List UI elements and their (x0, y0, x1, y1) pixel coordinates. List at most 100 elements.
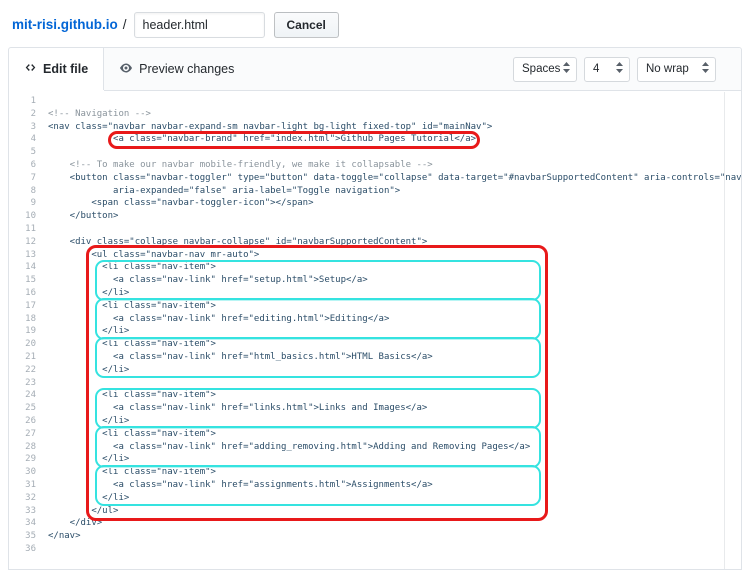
line-number: 26 (9, 415, 36, 428)
indent-mode-value: Spaces (522, 63, 560, 75)
code-line[interactable]: 16 </li> (9, 287, 741, 300)
code-line-text[interactable]: </li> (48, 325, 129, 338)
code-line-text[interactable]: <li class="nav-item"> (48, 428, 216, 441)
code-line-text[interactable]: <a class="nav-link" href="html_basics.ht… (48, 351, 433, 364)
tab-edit-file[interactable]: Edit file (9, 48, 104, 90)
line-number: 5 (9, 146, 36, 159)
code-line[interactable]: 23 (9, 377, 741, 390)
code-line[interactable]: 4 <a class="navbar-brand" href="index.ht… (9, 133, 741, 146)
code-line[interactable]: 19 </li> (9, 325, 741, 338)
code-line-text[interactable]: <a class="nav-link" href="adding_removin… (48, 441, 530, 454)
line-number: 3 (9, 121, 36, 134)
line-number: 34 (9, 517, 36, 530)
tab-edit-file-label: Edit file (43, 62, 88, 76)
code-line[interactable]: 20 <li class="nav-item"> (9, 338, 741, 351)
code-line[interactable]: 1 (9, 95, 741, 108)
line-number: 7 (9, 172, 36, 185)
wrap-mode-select[interactable]: No wrap (637, 57, 716, 82)
code-line[interactable]: 15 <a class="nav-link" href="setup.html"… (9, 274, 741, 287)
line-number: 30 (9, 466, 36, 479)
code-line-text[interactable]: <ul class="navbar-nav mr-auto"> (48, 249, 259, 262)
page: { "breadcrumb": { "repo": "mit-risi.gith… (0, 0, 750, 566)
code-line[interactable]: 35 </nav> (9, 530, 741, 543)
code-line[interactable]: 11 (9, 223, 741, 236)
code-line-text[interactable]: <nav class="navbar navbar-expand-sm navb… (48, 121, 492, 134)
cancel-button[interactable]: Cancel (274, 12, 339, 38)
code-line[interactable]: 31 <a class="nav-link" href="assignments… (9, 479, 741, 492)
code-line-text[interactable]: <a class="navbar-brand" href="index.html… (48, 133, 476, 146)
code-line-text[interactable]: aria-expanded="false" aria-label="Toggle… (48, 185, 400, 198)
code-line-text[interactable]: <span class="navbar-toggler-icon"></span… (48, 197, 314, 210)
code-line[interactable]: 17 <li class="nav-item"> (9, 300, 741, 313)
line-number: 27 (9, 428, 36, 441)
line-number: 11 (9, 223, 36, 236)
code-line[interactable]: 28 <a class="nav-link" href="adding_remo… (9, 441, 741, 454)
code-line[interactable]: 2<!-- Navigation --> (9, 108, 741, 121)
code-line[interactable]: 5 (9, 146, 741, 159)
code-line-text[interactable]: <a class="nav-link" href="setup.html">Se… (48, 274, 368, 287)
indent-mode-select[interactable]: Spaces (513, 57, 577, 82)
select-caret-icon (563, 62, 570, 76)
code-line[interactable]: 26 </li> (9, 415, 741, 428)
line-number: 22 (9, 364, 36, 377)
code-line-text[interactable]: </li> (48, 364, 129, 377)
code-line[interactable]: 24 <li class="nav-item"> (9, 389, 741, 402)
code-line[interactable]: 32 </li> (9, 492, 741, 505)
code-line[interactable]: 8 aria-expanded="false" aria-label="Togg… (9, 185, 741, 198)
code-line[interactable]: 30 <li class="nav-item"> (9, 466, 741, 479)
code-line-text[interactable]: </li> (48, 287, 129, 300)
code-line-text[interactable]: <!-- Navigation --> (48, 108, 151, 121)
code-line[interactable]: 3 <nav class="navbar navbar-expand-sm nav… (9, 121, 741, 134)
code-line-text[interactable]: </button> (48, 210, 118, 223)
filename-input[interactable] (134, 12, 265, 38)
code-line-text[interactable]: </ul> (48, 505, 118, 518)
indent-size-value: 4 (593, 63, 599, 75)
code-line-text[interactable]: </li> (48, 415, 129, 428)
code-line-text[interactable]: <a class="nav-link" href="editing.html">… (48, 313, 389, 326)
tab-preview-changes[interactable]: Preview changes (104, 48, 249, 90)
code-line[interactable]: 21 <a class="nav-link" href="html_basics… (9, 351, 741, 364)
line-number: 32 (9, 492, 36, 505)
code-line[interactable]: 18 <a class="nav-link" href="editing.htm… (9, 313, 741, 326)
code-line-text[interactable]: </div> (48, 517, 102, 530)
code-line[interactable]: 9 <span class="navbar-toggler-icon"></sp… (9, 197, 741, 210)
code-line-text[interactable]: <li class="nav-item"> (48, 389, 216, 402)
line-number: 6 (9, 159, 36, 172)
code-line[interactable]: 22 </li> (9, 364, 741, 377)
line-number: 28 (9, 441, 36, 454)
line-number: 20 (9, 338, 36, 351)
code-line-text[interactable]: <li class="nav-item"> (48, 300, 216, 313)
code-line[interactable]: 6 <!-- To make our navbar mobile-friendl… (9, 159, 741, 172)
code-line[interactable]: 14 <li class="nav-item"> (9, 261, 741, 274)
code-line-text[interactable]: <div class="collapse navbar-collapse" id… (48, 236, 427, 249)
code-line-text[interactable]: <li class="nav-item"> (48, 466, 216, 479)
code-line[interactable]: 7 <button class="navbar-toggler" type="b… (9, 172, 741, 185)
code-line[interactable]: 27 <li class="nav-item"> (9, 428, 741, 441)
line-number: 35 (9, 530, 36, 543)
code-line-text[interactable]: <li class="nav-item"> (48, 261, 216, 274)
code-area: 12<!-- Navigation -->3 <nav class="navbar… (9, 92, 741, 556)
code-line[interactable]: 10 </button> (9, 210, 741, 223)
code-line-text[interactable]: <li class="nav-item"> (48, 338, 216, 351)
code-line[interactable]: 12 <div class="collapse navbar-collapse"… (9, 236, 741, 249)
path-separator: / (123, 17, 127, 32)
select-caret-icon (702, 62, 709, 76)
code-line[interactable]: 13 <ul class="navbar-nav mr-auto"> (9, 249, 741, 262)
code-line-text[interactable]: </li> (48, 453, 129, 466)
code-line[interactable]: 36 (9, 543, 741, 556)
line-number: 31 (9, 479, 36, 492)
indent-size-select[interactable]: 4 (584, 57, 630, 82)
select-caret-icon (616, 62, 623, 76)
code-line[interactable]: 33 </ul> (9, 505, 741, 518)
code-line-text[interactable]: <a class="nav-link" href="links.html">Li… (48, 402, 427, 415)
code-line-text[interactable]: <a class="nav-link" href="assignments.ht… (48, 479, 433, 492)
code-line[interactable]: 29 </li> (9, 453, 741, 466)
code-line-text[interactable]: </li> (48, 492, 129, 505)
code-line-text[interactable]: </nav> (48, 530, 81, 543)
code-line[interactable]: 25 <a class="nav-link" href="links.html"… (9, 402, 741, 415)
code-line-text[interactable]: <!-- To make our navbar mobile-friendly,… (48, 159, 433, 172)
code-line-text[interactable]: <button class="navbar-toggler" type="but… (48, 172, 741, 185)
code-line[interactable]: 34 </div> (9, 517, 741, 530)
repo-link[interactable]: mit-risi.github.io (12, 17, 118, 32)
code-editor[interactable]: 12<!-- Navigation -->3 <nav class="navbar… (9, 92, 741, 569)
